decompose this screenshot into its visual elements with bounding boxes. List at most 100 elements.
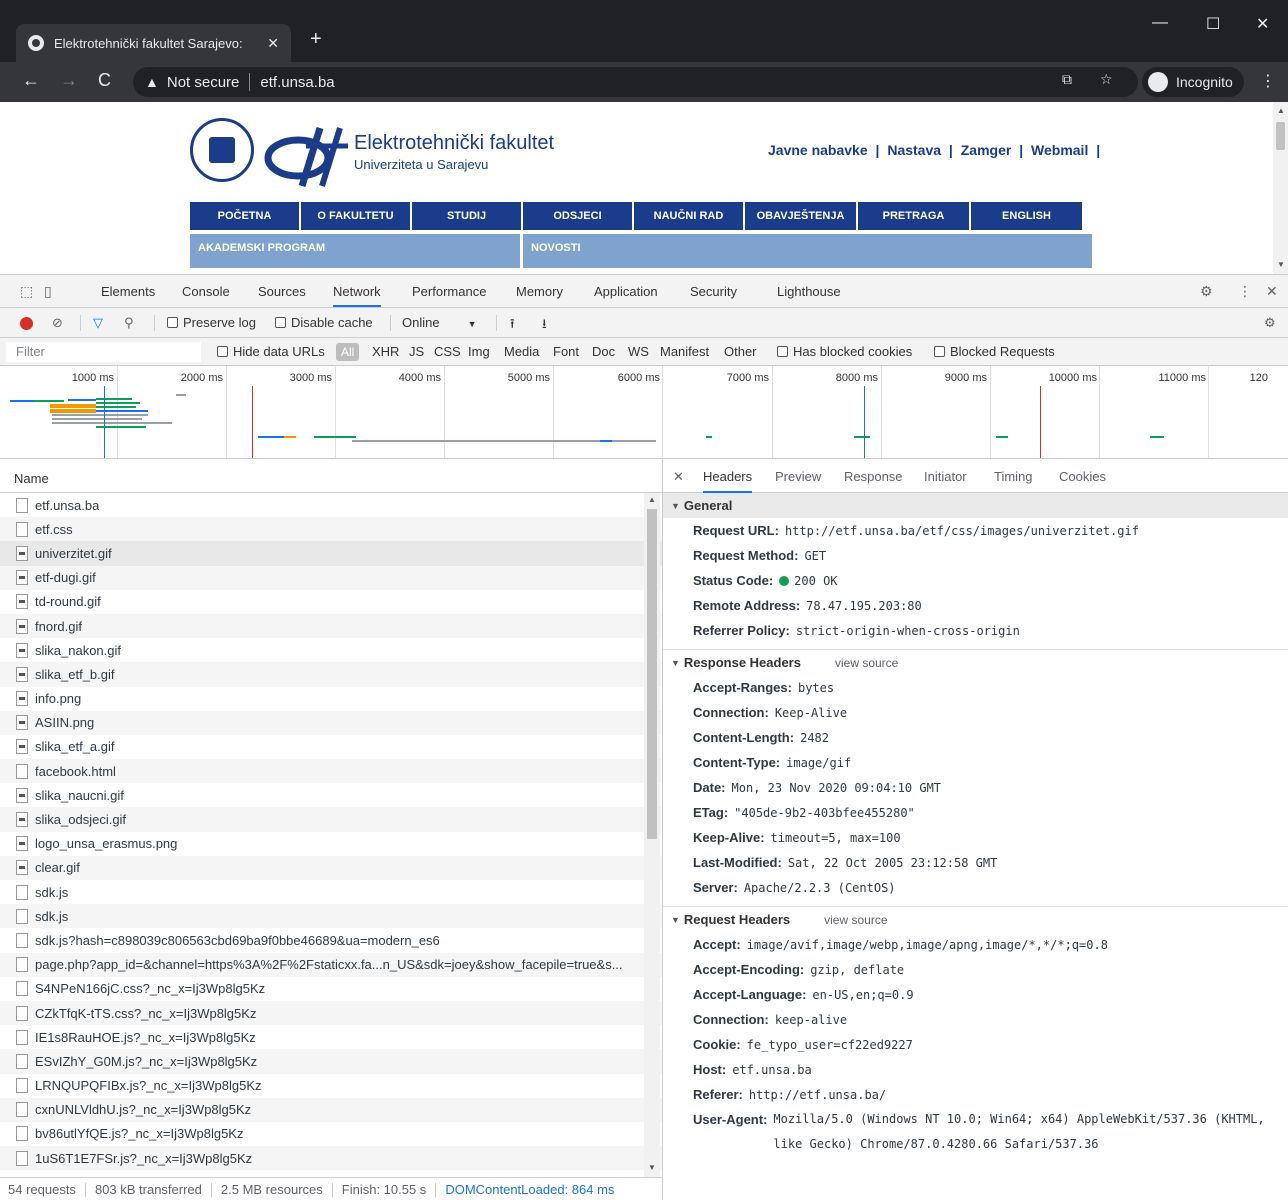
clear-icon[interactable]: ⊘ <box>52 315 63 331</box>
menu-pocetna[interactable]: POČETNA <box>190 202 301 230</box>
request-row[interactable]: fnord.gif <box>0 613 662 639</box>
request-row[interactable]: sdk.js?hash=c898039c806563cbd69ba9f0bbe4… <box>0 928 662 952</box>
request-row[interactable]: slika_odsjeci.gif <box>0 807 662 832</box>
tab-application[interactable]: Application <box>594 284 658 299</box>
request-row[interactable]: clear.gif <box>0 855 662 880</box>
filter-xhr[interactable]: XHR <box>372 344 399 359</box>
filter-img[interactable]: Img <box>468 344 490 359</box>
address-bar[interactable]: ▲ Not secure etf.unsa.ba <box>133 67 1138 97</box>
filter-font[interactable]: Font <box>553 344 579 359</box>
close-window-icon[interactable]: ✕ <box>1256 14 1269 34</box>
request-row[interactable]: etf.unsa.ba <box>0 493 662 517</box>
general-section-header[interactable]: ▼ General <box>663 493 1288 518</box>
filter-media[interactable]: Media <box>504 344 539 359</box>
request-row[interactable]: etf.css <box>0 517 662 542</box>
minimize-icon[interactable]: — <box>1152 14 1168 32</box>
request-row[interactable]: ESvIZhY_G0M.js?_nc_x=Ij3Wp8lg5Kz <box>0 1049 662 1074</box>
request-row[interactable]: LRNQUPQFIBx.js?_nc_x=Ij3Wp8lg5Kz <box>0 1074 662 1098</box>
tab-console[interactable]: Console <box>182 284 230 299</box>
tab-network[interactable]: Network <box>333 284 381 307</box>
menu-pretraga[interactable]: PRETRAGA <box>858 202 971 230</box>
tab-elements[interactable]: Elements <box>101 284 155 299</box>
request-row[interactable]: slika_nakon.gif <box>0 638 662 662</box>
search-icon[interactable]: ⚲ <box>124 315 134 331</box>
link-zamger[interactable]: Zamger <box>961 142 1012 158</box>
page-scrollbar[interactable]: ▲ ▼ <box>1273 102 1288 274</box>
tab-headers[interactable]: Headers <box>703 469 753 493</box>
reload-icon[interactable]: C <box>98 70 111 91</box>
star-icon[interactable]: ☆ <box>1100 71 1113 88</box>
request-row[interactable]: CZkTfqK-tTS.css?_nc_x=Ij3Wp8lg5Kz <box>0 1000 662 1026</box>
incognito-badge[interactable]: Incognito <box>1142 67 1244 97</box>
tab-cookies[interactable]: Cookies <box>1059 469 1106 484</box>
filter-icon[interactable]: ▽ <box>93 315 103 331</box>
tab-memory[interactable]: Memory <box>516 284 563 299</box>
devtools-menu-icon[interactable]: ⋮ <box>1238 283 1252 300</box>
response-headers-header[interactable]: ▼ Response Headers view source <box>663 650 1288 675</box>
filter-all[interactable]: All <box>336 343 360 361</box>
request-row[interactable]: page.php?app_id=&channel=https%3A%2F%2Fs… <box>0 952 662 977</box>
request-row[interactable]: slika_etf_b.gif <box>0 662 662 687</box>
has-blocked-cookies-checkbox[interactable]: Has blocked cookies <box>777 344 912 359</box>
close-devtools-icon[interactable]: ✕ <box>1266 283 1278 300</box>
tab-close-icon[interactable]: ✕ <box>267 35 279 52</box>
network-overview-timeline[interactable]: 1000 ms 2000 ms 3000 ms 4000 ms 5000 ms … <box>0 366 1288 459</box>
filter-other[interactable]: Other <box>724 344 757 359</box>
request-row[interactable]: td-round.gif <box>0 590 662 614</box>
request-row[interactable]: etf-dugi.gif <box>0 565 662 590</box>
request-row[interactable]: sdk.js <box>0 904 662 929</box>
request-row[interactable]: bv86utlYfQE.js?_nc_x=Ij3Wp8lg5Kz <box>0 1122 662 1146</box>
hide-data-urls-checkbox[interactable]: Hide data URLs <box>217 344 325 359</box>
filter-input[interactable]: Filter <box>6 342 201 362</box>
tab-security[interactable]: Security <box>690 284 737 299</box>
menu-naucni-rad[interactable]: NAUČNI RAD <box>634 202 745 230</box>
filter-doc[interactable]: Doc <box>592 344 615 359</box>
blocked-requests-checkbox[interactable]: Blocked Requests <box>934 344 1055 359</box>
disable-cache-checkbox[interactable]: Disable cache <box>275 315 373 330</box>
menu-obavjestenja[interactable]: OBAVJEŠTENJA <box>745 202 858 230</box>
link-webmail[interactable]: Webmail <box>1031 142 1088 158</box>
view-source-link[interactable]: view source <box>824 913 887 927</box>
import-har-icon[interactable]: ⭱ <box>510 315 515 337</box>
filter-js[interactable]: JS <box>409 344 424 359</box>
filter-manifest[interactable]: Manifest <box>660 344 709 359</box>
request-row[interactable]: logo_unsa_erasmus.png <box>0 832 662 856</box>
request-row[interactable]: cxnUNLVldhU.js?_nc_x=Ij3Wp8lg5Kz <box>0 1097 662 1122</box>
request-headers-header[interactable]: ▼ Request Headers view source <box>663 907 1288 932</box>
network-settings-icon[interactable]: ⚙ <box>1264 315 1276 331</box>
browser-menu-icon[interactable]: ⋮ <box>1260 71 1276 91</box>
device-toolbar-icon[interactable]: ▯ <box>44 283 52 300</box>
request-row[interactable]: facebook.html <box>0 759 662 784</box>
settings-gear-icon[interactable]: ⚙ <box>1200 283 1213 300</box>
menu-odsjeci[interactable]: ODSJECI <box>523 202 634 230</box>
maximize-icon[interactable]: ☐ <box>1206 14 1220 34</box>
menu-studij[interactable]: STUDIJ <box>412 202 523 230</box>
request-row[interactable]: IE1s8RauHOE.js?_nc_x=Ij3Wp8lg5Kz <box>0 1025 662 1049</box>
request-row[interactable]: sdk.js <box>0 880 662 904</box>
tab-sources[interactable]: Sources <box>258 284 306 299</box>
export-har-icon[interactable]: ⭳ <box>542 315 547 337</box>
tab-response[interactable]: Response <box>844 469 903 484</box>
request-row[interactable]: slika_naucni.gif <box>0 783 662 807</box>
link-nastava[interactable]: Nastava <box>887 142 941 158</box>
back-icon[interactable]: ← <box>22 70 40 91</box>
request-row[interactable]: info.png <box>0 687 662 711</box>
new-tab-icon[interactable]: + <box>310 28 322 51</box>
tab-performance[interactable]: Performance <box>412 284 486 299</box>
tab-timing[interactable]: Timing <box>994 469 1033 484</box>
tab-initiator[interactable]: Initiator <box>924 469 967 484</box>
name-column-header[interactable]: Name <box>0 460 662 493</box>
close-detail-icon[interactable]: ✕ <box>673 469 684 485</box>
preserve-log-checkbox[interactable]: Preserve log <box>167 315 256 330</box>
menu-english[interactable]: ENGLISH <box>971 202 1082 230</box>
translate-icon[interactable]: ⧉ <box>1062 71 1072 88</box>
tab-preview[interactable]: Preview <box>775 469 821 484</box>
throttling-select[interactable]: Online ▼ <box>402 315 477 330</box>
request-row[interactable]: S4NPeN166jC.css?_nc_x=Ij3Wp8lg5Kz <box>0 977 662 1001</box>
request-row[interactable]: ASIIN.png <box>0 710 662 735</box>
request-row[interactable]: 1uS6T1E7FSr.js?_nc_x=Ij3Wp8lg5Kz <box>0 1146 662 1171</box>
menu-o-fakultetu[interactable]: O FAKULTETU <box>301 202 412 230</box>
request-list-scrollbar[interactable]: ▲ ▼ <box>644 493 660 1177</box>
tab-lighthouse[interactable]: Lighthouse <box>777 284 841 299</box>
record-icon[interactable] <box>20 317 33 330</box>
